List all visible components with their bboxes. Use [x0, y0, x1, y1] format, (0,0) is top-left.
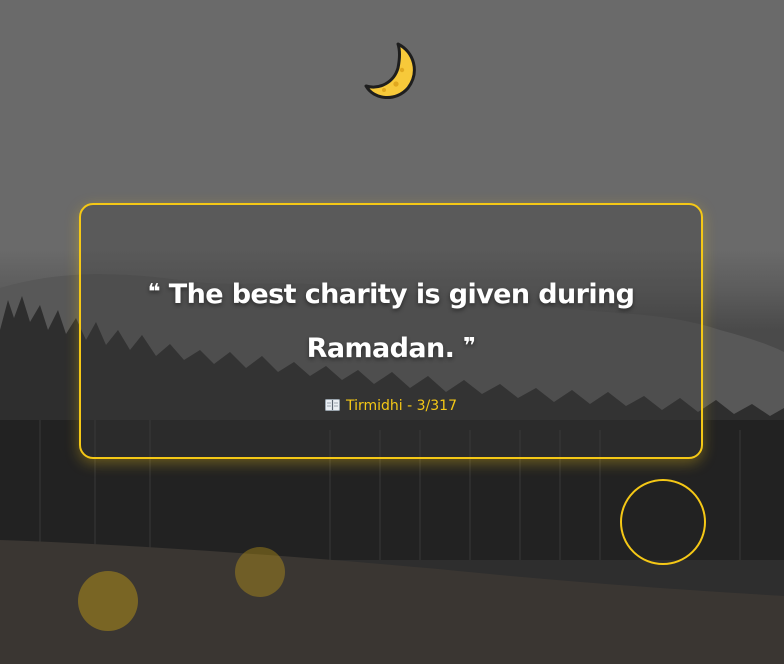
- decorative-glow-circle: [235, 547, 285, 597]
- quote-body: The best charity is given during Ramadan…: [168, 279, 635, 364]
- book-icon: [325, 399, 340, 411]
- quote-card: ❝ The best charity is given during Ramad…: [79, 203, 703, 459]
- open-quote-icon: ❝: [147, 280, 161, 305]
- quote-source: Tirmidhi - 3/317: [81, 398, 701, 414]
- close-quote-icon: ❞: [463, 334, 476, 359]
- decorative-glow-circle: [78, 571, 138, 631]
- decorative-ring: [620, 479, 706, 565]
- quote-text: ❝ The best charity is given during Ramad…: [121, 267, 661, 375]
- source-label: Tirmidhi - 3/317: [346, 398, 457, 414]
- crescent-moon-icon: [364, 42, 416, 99]
